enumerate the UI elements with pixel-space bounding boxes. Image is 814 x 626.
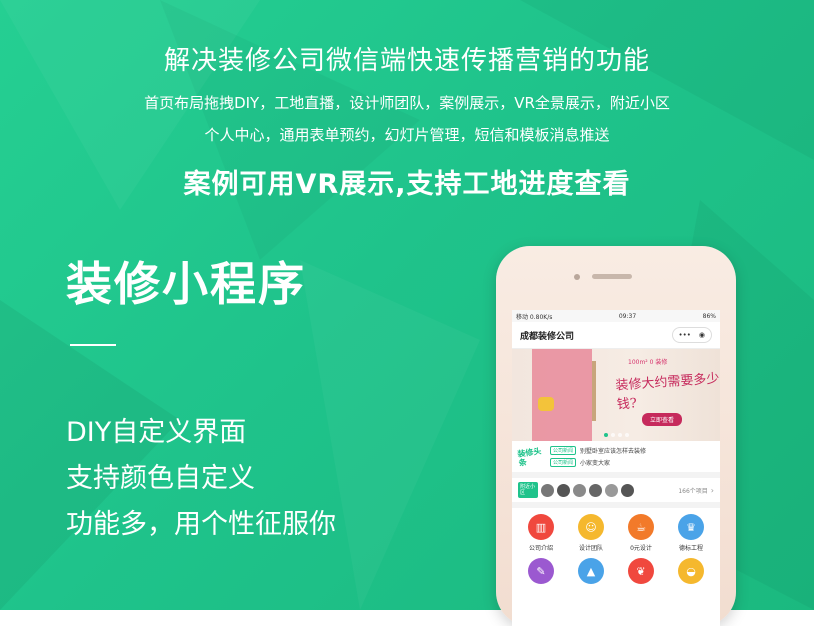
chair-graphic	[538, 397, 554, 411]
avatar	[605, 483, 618, 497]
more-icon[interactable]: •••	[679, 331, 691, 339]
news-tag: 公司新闻	[550, 446, 577, 455]
news-item[interactable]: 公司新闻 别墅卧室应该怎样去装修	[550, 446, 646, 455]
lamp-graphic	[592, 361, 596, 421]
headline: 解决装修公司微信端快速传播营销的功能	[163, 46, 650, 76]
menu-item[interactable]: ▥ 公司介绍	[516, 514, 566, 552]
news-ticker[interactable]: 装修头条 公司新闻 别墅卧室应该怎样去装修 公司新闻 小家变大家	[512, 441, 720, 478]
avatar	[573, 483, 586, 497]
chevron-right-icon[interactable]: ›	[711, 486, 714, 495]
avatar	[557, 483, 570, 497]
menu-item[interactable]: ✎	[516, 558, 566, 587]
status-network: 移动 0.80K/s	[516, 313, 553, 321]
avatar	[541, 483, 554, 497]
speaker-grille	[592, 274, 632, 279]
news-item[interactable]: 公司新闻 小家变大家	[550, 458, 646, 467]
crown-icon: ♛	[678, 514, 704, 540]
menu-item[interactable]: ♛ 德标工程	[666, 514, 716, 552]
avatar	[589, 483, 602, 497]
menu-item[interactable]: ◒	[666, 558, 716, 587]
menu-item[interactable]: ❦	[616, 558, 666, 587]
features-line-1: 首页布局拖拽DIY，工地直播，设计师团队，案例展示，VR全景展示，附近小区	[144, 94, 670, 112]
building-icon: ▥	[528, 514, 554, 540]
carousel-dots	[512, 433, 720, 437]
doc-icon: ✎	[528, 558, 554, 584]
avatar	[621, 483, 634, 497]
carousel-dot[interactable]	[610, 433, 615, 437]
carousel-dot[interactable]	[617, 433, 622, 437]
menu-item[interactable]: ▲	[566, 558, 616, 587]
menu-item[interactable]: ☕ 0元设计	[616, 514, 666, 552]
selling-point: DIY自定义界面	[66, 417, 247, 448]
news-logo: 装修头条	[516, 446, 542, 468]
selling-point: 支持颜色自定义	[66, 463, 255, 494]
tree-icon: ▲	[578, 558, 604, 584]
highlight-text: 案例可用VR展示,支持工地进度查看	[183, 169, 631, 200]
banner-wall-graphic	[532, 349, 592, 441]
team-icon: ☺	[578, 514, 604, 540]
news-text: 小家变大家	[580, 460, 611, 467]
cup-icon: ☕	[628, 514, 654, 540]
status-bar: 移动 0.80K/s 09:37 86%	[512, 310, 720, 322]
selling-point: 功能多，用个性征服你	[66, 509, 336, 540]
community-strip[interactable]: 附近小区 166个项目 ›	[512, 478, 720, 508]
menu-label: 公司介绍	[528, 545, 553, 552]
product-title: 装修小程序	[66, 257, 306, 311]
features-line-2: 个人中心，通用表单预约，幻灯片管理，短信和模板消息推送	[204, 126, 610, 144]
dish-icon: ◒	[678, 558, 704, 584]
title-divider	[70, 344, 116, 346]
miniprogram-capsule[interactable]: ••• ◉	[671, 327, 712, 343]
camera-icon	[574, 274, 580, 280]
menu-label: 0元设计	[630, 545, 652, 552]
app-bar: 成都装修公司 ••• ◉	[512, 322, 720, 349]
community-count: 166个项目	[678, 487, 708, 495]
status-battery: 86%	[702, 312, 716, 320]
menu-item[interactable]: ☺ 设计团队	[566, 514, 616, 552]
close-target-icon[interactable]: ◉	[699, 331, 705, 339]
banner-subtitle: 100m² 0 装修	[628, 359, 668, 366]
banner-cta-button[interactable]: 立即查看	[642, 413, 683, 426]
community-badge: 附近小区	[518, 482, 538, 498]
status-time: 09:37	[618, 312, 637, 320]
news-text: 别墅卧室应该怎样去装修	[580, 448, 647, 455]
app-title: 成都装修公司	[520, 331, 575, 342]
menu-label: 德标工程	[678, 545, 703, 552]
menu-label: 设计团队	[578, 545, 603, 552]
banner-slide[interactable]: 100m² 0 装修 装修大约需要多少钱? 立即查看	[512, 349, 720, 441]
phone-mockup: 移动 0.80K/s 09:37 86% 成都装修公司 ••• ◉ 100m² …	[496, 246, 736, 626]
lungs-icon: ❦	[628, 558, 654, 584]
menu-grid: ▥ 公司介绍 ☺ 设计团队 ☕ 0元设计 ♛ 德标工程 ✎ ▲ ❦ ◒	[512, 508, 720, 593]
news-tag: 公司新闻	[550, 458, 577, 467]
carousel-dot[interactable]	[603, 433, 608, 437]
banner-title: 装修大约需要多少钱?	[615, 371, 720, 413]
carousel-dot[interactable]	[624, 433, 629, 437]
phone-screen: 移动 0.80K/s 09:37 86% 成都装修公司 ••• ◉ 100m² …	[512, 310, 720, 626]
